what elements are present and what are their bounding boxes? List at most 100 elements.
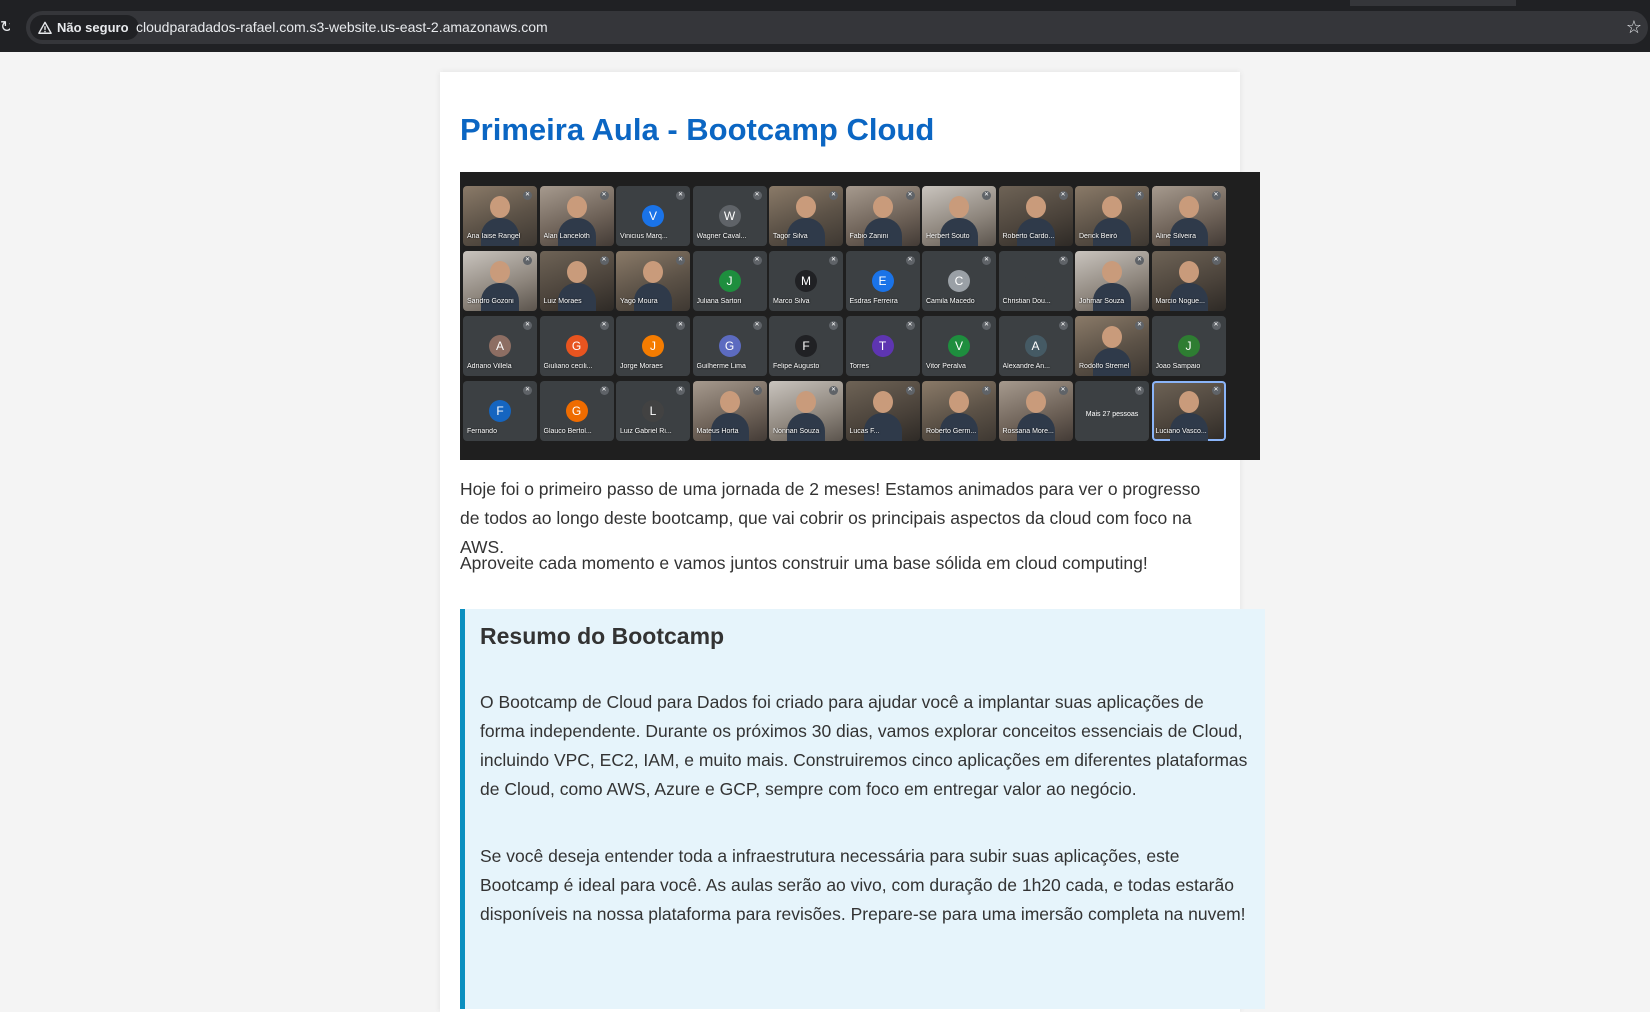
- mic-off-icon: ✕: [752, 321, 762, 330]
- security-label: Não seguro: [57, 20, 129, 35]
- participant-tile: F ✕ Fernando: [463, 381, 537, 441]
- tab-strip-active: [0, 0, 1350, 6]
- mic-off-icon: ✕: [1211, 321, 1221, 330]
- participant-video-body: [1169, 413, 1208, 441]
- participant-video-head: [796, 196, 816, 218]
- participant-tile: ✕ Rossana More...: [998, 381, 1073, 441]
- participant-video-head: [1025, 391, 1046, 413]
- participant-name: Marcio Nogue...: [1155, 298, 1205, 305]
- mic-off-icon: ✕: [1135, 191, 1144, 200]
- participant-name: Ana Iaise Rangel: [467, 233, 521, 240]
- mic-off-icon: ✕: [676, 191, 685, 200]
- participant-video-head: [490, 261, 510, 283]
- participant-video-head: [1178, 196, 1199, 218]
- participant-video-body: [634, 283, 672, 311]
- participant-tile: A ✕ Alexandre An...: [998, 316, 1073, 376]
- participant-tile: G ✕ Giuliano cecili...: [539, 316, 614, 376]
- participant-avatar: G: [718, 335, 741, 357]
- browser-toolbar: ↻ Não seguro cloudparadados-rafael.com.s…: [0, 0, 1650, 52]
- participant-video-head: [872, 196, 893, 218]
- mic-off-icon: ✕: [599, 191, 609, 200]
- mic-off-icon: ✕: [829, 386, 838, 395]
- address-bar[interactable]: Não seguro cloudparadados-rafael.com.s3-…: [26, 11, 1648, 44]
- mic-off-icon: ✕: [752, 386, 762, 395]
- mic-off-icon: ✕: [676, 256, 685, 265]
- summary-section: Resumo do Bootcamp O Bootcamp de Cloud p…: [460, 609, 1265, 1009]
- participant-video-head: [1102, 196, 1122, 218]
- participant-name: Johmar Souza: [1079, 298, 1125, 305]
- participant-name: Alexandre An...: [1002, 363, 1050, 370]
- participant-video-body: [1093, 218, 1131, 246]
- participant-video-head: [643, 261, 663, 283]
- participant-avatar: A: [489, 335, 511, 357]
- security-chip[interactable]: Não seguro: [30, 15, 139, 40]
- participant-video-head: [1025, 196, 1046, 218]
- mic-off-icon: ✕: [599, 321, 609, 330]
- participant-tile: M ✕ Marco Silva: [769, 251, 843, 311]
- participant-avatar: V: [642, 205, 664, 227]
- mic-off-icon: ✕: [905, 386, 915, 395]
- participant-name: Esdras Ferreira: [849, 298, 898, 305]
- participant-video-body: [940, 218, 978, 246]
- participant-name: Vinicius Marq...: [620, 233, 668, 240]
- mic-off-icon: ✕: [523, 386, 532, 395]
- participant-tile: ✕ Nonnan Souza: [769, 381, 843, 441]
- meeting-photo: ✕ Ana Iaise Rangel ✕ Alan Lanceloth V ✕ Vinici…: [460, 172, 1260, 460]
- participant-video-body: [1169, 218, 1208, 246]
- participant-avatar: E: [871, 270, 894, 292]
- participant-name: Derick Beiró: [1079, 233, 1118, 240]
- participant-video-head: [1102, 261, 1122, 283]
- mic-off-icon: ✕: [1211, 386, 1221, 395]
- participant-tile: F ✕ Felipe Augusto: [769, 316, 843, 376]
- summary-paragraph: Se você deseja entender toda a infraestr…: [480, 846, 1246, 924]
- participant-name: Tagor Silva: [773, 233, 808, 240]
- mic-off-icon: ✕: [523, 256, 532, 265]
- summary-heading: Resumo do Bootcamp: [480, 623, 725, 649]
- mic-off-icon: ✕: [599, 256, 609, 265]
- participant-tile: G ✕ Glauco Bertol...: [539, 381, 614, 441]
- participant-avatar: F: [795, 335, 817, 357]
- participant-tile: ✕ Herbert Souto: [922, 186, 996, 246]
- participant-name: Mateus Horta: [696, 428, 739, 435]
- tab-strip-right: [1516, 0, 1650, 6]
- participant-tile: ✕ Derick Beiró: [1075, 186, 1149, 246]
- participant-name: Rossana More...: [1002, 428, 1054, 435]
- participant-avatar: G: [565, 400, 588, 422]
- participant-name: Luiz Moraes: [543, 298, 582, 305]
- participant-video-head: [1178, 261, 1199, 283]
- participant-name: Camila Macedo: [926, 298, 975, 305]
- mic-off-icon: ✕: [982, 256, 991, 265]
- tab-strip: [0, 0, 1650, 6]
- participant-tile: ✕ Mais 27 pessoas: [1075, 381, 1149, 441]
- mic-off-icon: ✕: [676, 321, 685, 330]
- mic-off-icon: ✕: [599, 386, 609, 395]
- participant-tile: ✕ Alan Lanceloth: [539, 186, 614, 246]
- participant-name: Wagner Caval...: [696, 233, 747, 240]
- participant-tile: T ✕ Torres: [845, 316, 920, 376]
- mic-off-icon: ✕: [1211, 256, 1221, 265]
- participant-tile: ✕ Yago Moura: [616, 251, 690, 311]
- participant-name: Marco Silva: [773, 298, 810, 305]
- participant-tile: ✕ Ana Iaise Rangel: [463, 186, 537, 246]
- mic-off-icon: ✕: [905, 321, 915, 330]
- participant-video-body: [940, 413, 978, 441]
- participant-video-body: [1016, 413, 1055, 441]
- mic-off-icon: ✕: [1058, 386, 1068, 395]
- participant-avatar: [1024, 270, 1047, 292]
- participant-tile: ✕ Mateus Horta: [692, 381, 767, 441]
- participant-tile: L ✕ Luiz Gabriel Ri...: [616, 381, 690, 441]
- participant-name: Luciano Vasco...: [1155, 428, 1207, 435]
- participant-video-head: [1102, 326, 1122, 348]
- participant-tile: W ✕ Wagner Caval...: [692, 186, 767, 246]
- mic-off-icon: ✕: [829, 256, 838, 265]
- mic-off-icon: ✕: [752, 256, 762, 265]
- reload-icon[interactable]: ↻: [0, 18, 10, 38]
- participant-avatar: L: [642, 400, 664, 422]
- star-icon[interactable]: ☆: [1624, 17, 1644, 37]
- participant-tile: G ✕ Guilherme Lima: [692, 316, 767, 376]
- participant-tile: A ✕ Adriano Villela: [463, 316, 537, 376]
- mic-off-icon: ✕: [982, 386, 991, 395]
- participant-avatar: C: [948, 270, 970, 292]
- url-text[interactable]: cloudparadados-rafael.com.s3-website.us-…: [136, 11, 548, 44]
- participant-tile: ✕ Luciano Vasco...: [1151, 381, 1226, 441]
